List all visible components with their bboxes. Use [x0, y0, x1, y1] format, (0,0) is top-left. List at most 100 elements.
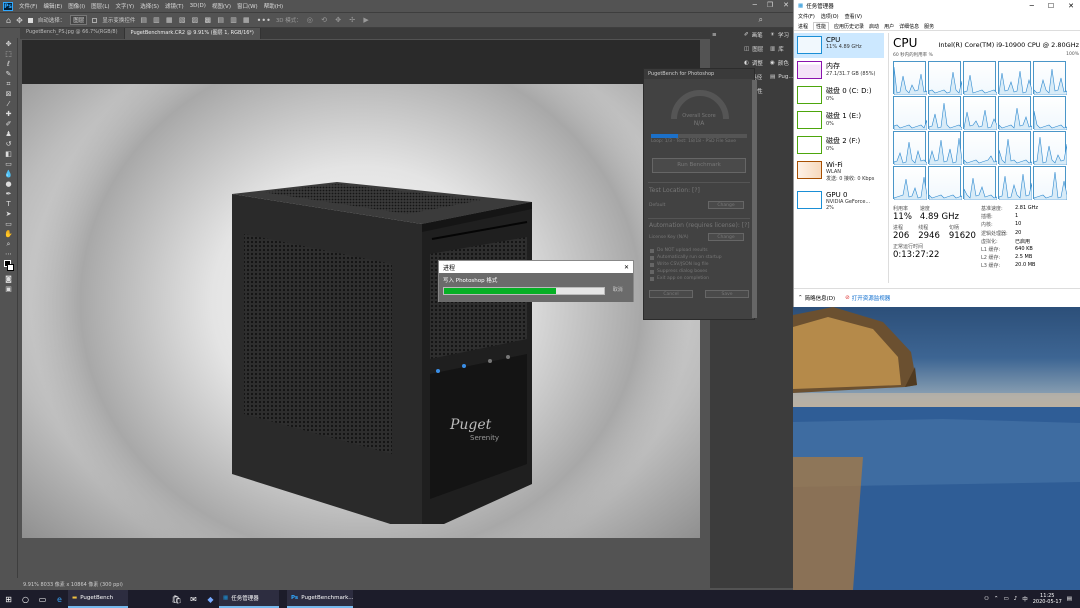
- resource-monitor-link[interactable]: ⊘ 打开资源监视器: [845, 294, 890, 302]
- history-brush-icon[interactable]: ↺: [3, 140, 14, 149]
- zoom-tool-icon[interactable]: ⌕: [3, 240, 14, 249]
- checkbox-no-upload[interactable]: Do NOT upload results: [650, 247, 754, 254]
- run-benchmark-button[interactable]: Run Benchmark: [652, 158, 746, 173]
- screen-mode-icon[interactable]: ▣: [3, 285, 14, 294]
- eraser-tool-icon[interactable]: ◧: [3, 150, 14, 159]
- edge-icon[interactable]: e: [51, 590, 68, 608]
- volume-icon[interactable]: ♪: [1014, 596, 1018, 602]
- tab-users[interactable]: 用户: [884, 23, 894, 30]
- menu-select[interactable]: 选择(S): [137, 2, 162, 10]
- menu-3d[interactable]: 3D(D): [187, 3, 209, 9]
- 3d-mode-icons[interactable]: ◎ ⟲ ✥ ✢ ▶: [307, 16, 372, 24]
- store-icon[interactable]: 🛍: [168, 590, 185, 608]
- stamp-tool-icon[interactable]: ♟: [3, 130, 14, 139]
- puget-scrollbar[interactable]: [752, 80, 757, 318]
- search-icon[interactable]: ○: [17, 590, 34, 608]
- layer-dropdown[interactable]: 图层: [70, 15, 88, 25]
- shape-tool-icon[interactable]: ▭: [3, 220, 14, 229]
- puget-cancel-button[interactable]: Cancel: [649, 290, 693, 298]
- tab-processes[interactable]: 进程: [798, 23, 808, 30]
- brush-tool-icon[interactable]: ✐: [3, 120, 14, 129]
- eyedropper-tool-icon[interactable]: ⁄: [3, 100, 14, 109]
- app-icon[interactable]: ◆: [202, 590, 219, 608]
- taskbar-app-task-manager[interactable]: ▦ 任务管理器: [219, 590, 279, 608]
- menu-edit[interactable]: 编辑(E): [40, 2, 65, 10]
- close-icon[interactable]: ✕: [783, 1, 789, 9]
- resource-cpu[interactable]: CPU 11% 4.89 GHz: [794, 33, 884, 58]
- dodge-tool-icon[interactable]: ●: [3, 180, 14, 189]
- tab-details[interactable]: 详细信息: [899, 23, 919, 30]
- panel-brush[interactable]: ✐ 画笔: [740, 28, 766, 42]
- pen-tool-icon[interactable]: ✒: [3, 190, 14, 199]
- path-select-icon[interactable]: ➤: [3, 210, 14, 219]
- dialog-cancel-button[interactable]: 取消: [613, 287, 623, 293]
- gradient-tool-icon[interactable]: ▭: [3, 160, 14, 169]
- panel-pug[interactable]: ▤ Pug...: [766, 70, 794, 84]
- hand-tool-icon[interactable]: ✋: [3, 230, 14, 239]
- checkbox-log-file[interactable]: Write CSV/JSON log file: [650, 261, 754, 268]
- close-icon[interactable]: ✕: [1068, 2, 1074, 10]
- checkbox-exit-app[interactable]: Exit app on completion: [650, 275, 754, 282]
- task-view-icon[interactable]: ▭: [34, 590, 51, 608]
- maximize-icon[interactable]: ❐: [767, 1, 773, 9]
- panel-color[interactable]: ◉ 颜色: [766, 56, 793, 70]
- lasso-tool-icon[interactable]: ℓ: [3, 60, 14, 69]
- tab-services[interactable]: 服务: [924, 23, 934, 30]
- color-swatch-icon[interactable]: [3, 260, 14, 274]
- menu-view[interactable]: 视图(V): [209, 2, 234, 10]
- tm-menu-options[interactable]: 选项(O): [821, 13, 839, 20]
- frame-tool-icon[interactable]: ⊠: [3, 90, 14, 99]
- taskbar-app-photoshop[interactable]: Ps PugetBenchmark...: [287, 590, 354, 608]
- align-icons[interactable]: ▤ ▥ ▦ ▧ ▨ ▩ ▤ ▥ ▦: [140, 16, 251, 24]
- panel-layers[interactable]: ◫ 图层: [740, 42, 766, 56]
- quick-mask-icon[interactable]: ◙: [3, 275, 14, 284]
- search-icon[interactable]: ⌕: [759, 15, 763, 25]
- mail-icon[interactable]: ✉: [185, 590, 202, 608]
- tab-app-history[interactable]: 应用历史记录: [834, 23, 864, 30]
- clock[interactable]: 11:25 2020-05-17: [1033, 593, 1062, 605]
- network-icon[interactable]: ▭: [1004, 596, 1009, 602]
- auto-select-checkbox[interactable]: [27, 17, 33, 23]
- people-icon[interactable]: ⚇: [984, 596, 989, 602]
- marquee-tool-icon[interactable]: ⬚: [3, 50, 14, 59]
- blur-tool-icon[interactable]: 💧: [3, 170, 14, 179]
- move-tool-icon[interactable]: ✥: [3, 40, 14, 49]
- change-location-button[interactable]: Change: [708, 201, 744, 209]
- resource-disk2[interactable]: 磁盘 2 (F:) 0%: [794, 133, 884, 158]
- tab-pugetbenchmark-cr2[interactable]: PugetBenchmark.CR2 @ 9.91% (图层 1, RGB/16…: [124, 28, 261, 39]
- brief-info-link[interactable]: ⌃ 简略信息(D): [798, 294, 835, 302]
- menu-type[interactable]: 文字(Y): [113, 2, 138, 10]
- resource-disk0[interactable]: 磁盘 0 (C: D:) 0%: [794, 83, 884, 108]
- tab-performance[interactable]: 性能: [813, 22, 830, 30]
- resource-wifi[interactable]: Wi-Fi WLAN 发送: 0 接收: 0 Kbps: [794, 158, 884, 188]
- healing-tool-icon[interactable]: ✚: [3, 110, 14, 119]
- resource-memory[interactable]: 内存 27.1/31.7 GB (85%): [794, 58, 884, 83]
- menu-help[interactable]: 帮助(H): [261, 2, 286, 10]
- menu-file[interactable]: 文件(F): [16, 2, 40, 10]
- resource-disk1[interactable]: 磁盘 1 (E:) 0%: [794, 108, 884, 133]
- minimize-icon[interactable]: ─: [753, 1, 757, 9]
- puget-save-button[interactable]: Save: [705, 290, 749, 298]
- input-method-icon[interactable]: 中: [1022, 595, 1028, 603]
- menu-image[interactable]: 图像(I): [65, 2, 88, 10]
- panel-learn[interactable]: ☀ 学习: [766, 28, 793, 42]
- tm-menu-view[interactable]: 查看(V): [845, 13, 862, 20]
- checkbox-suppress-dialogs[interactable]: Suppress dialog boxes: [650, 268, 754, 275]
- checkbox-run-startup[interactable]: Automatically run on startup: [650, 254, 754, 261]
- change-license-button[interactable]: Change: [708, 233, 744, 241]
- minimize-icon[interactable]: ─: [1030, 2, 1034, 10]
- more-tools-icon[interactable]: ⋯: [3, 250, 14, 259]
- maximize-icon[interactable]: ☐: [1048, 2, 1054, 10]
- windows-start-icon[interactable]: ⊞: [0, 590, 17, 608]
- tm-menu-file[interactable]: 文件(F): [798, 13, 815, 20]
- resource-gpu[interactable]: GPU 0 NVIDIA GeForce... 2%: [794, 188, 884, 218]
- tab-startup[interactable]: 启动: [869, 23, 879, 30]
- quick-select-tool-icon[interactable]: ✎: [3, 70, 14, 79]
- menu-window[interactable]: 窗口(W): [234, 2, 261, 10]
- home-icon[interactable]: ⌂: [6, 16, 11, 25]
- dialog-close-icon[interactable]: ✕: [624, 264, 629, 271]
- taskbar-app-pugetbench[interactable]: ▬ PugetBench: [68, 590, 128, 608]
- type-tool-icon[interactable]: T: [3, 200, 14, 209]
- move-tool-icon[interactable]: ✥: [16, 16, 23, 25]
- menu-layer[interactable]: 图层(L): [88, 2, 112, 10]
